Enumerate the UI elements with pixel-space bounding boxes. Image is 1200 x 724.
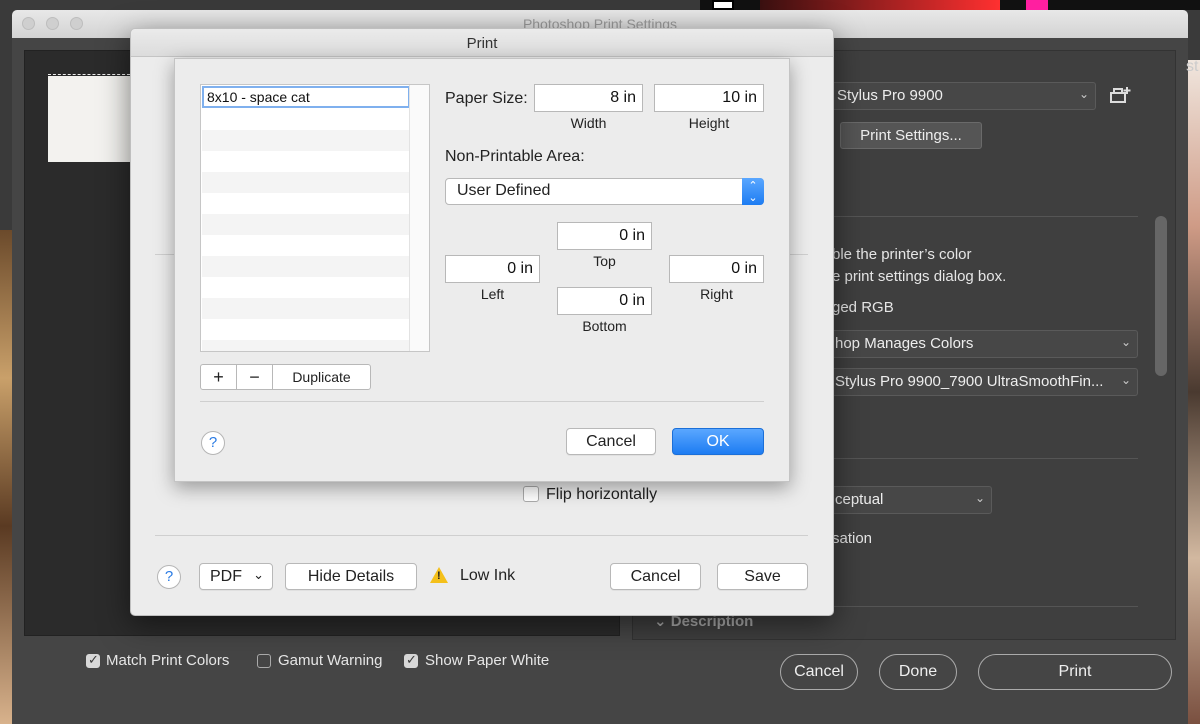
warning-icon: ! [430, 567, 448, 583]
list-item [202, 319, 410, 340]
left-margin-field[interactable]: 0 in [445, 255, 540, 283]
chevron-down-icon: ⌄ [253, 567, 264, 582]
gamut-warning-checkbox[interactable] [257, 654, 271, 668]
list-item [202, 193, 410, 214]
list-item [202, 214, 410, 235]
divider [155, 535, 808, 536]
panel-scrollbar[interactable] [1155, 216, 1167, 376]
printer-select[interactable]: Stylus Pro 9900 ⌄ [828, 82, 1096, 110]
width-label: Width [570, 115, 607, 131]
list-scrollbar[interactable] [409, 85, 429, 351]
list-item [202, 109, 410, 130]
updown-arrows-icon: ⌃ ⌄ [742, 178, 764, 205]
top-label: Top [593, 253, 616, 269]
non-printable-area-popup[interactable]: User Defined ⌃ ⌄ [445, 178, 764, 205]
remove-paper-size-button[interactable]: − [236, 364, 273, 390]
color-swatch-strip [700, 0, 1200, 10]
paper-height-field[interactable]: 10 in [654, 84, 764, 112]
custom-paper-list[interactable]: 8x10 - space cat [200, 84, 430, 352]
printer-profile-select[interactable]: Stylus Pro 9900_7900 UltraSmoothFin... ⌄ [826, 368, 1138, 396]
hide-details-button[interactable]: Hide Details [285, 563, 417, 590]
document-profile-label: ged RGB [832, 299, 894, 316]
left-label: Left [480, 286, 505, 302]
add-paper-size-button[interactable]: + [200, 364, 237, 390]
print-dialog-title: Print [466, 35, 498, 52]
list-item [202, 340, 410, 351]
low-ink-label: Low Ink [460, 567, 516, 584]
help-button[interactable]: ? [157, 565, 181, 589]
chevron-down-icon: ⌄ [1078, 87, 1089, 101]
right-margin-field[interactable]: 0 in [669, 255, 764, 283]
list-item [202, 298, 410, 319]
paper-width-field[interactable]: 8 in [534, 84, 643, 112]
right-label: Right [700, 286, 733, 302]
list-item [202, 235, 410, 256]
color-management-text: e print settings dialog box. [832, 268, 1007, 285]
match-print-colors-label: Match Print Colors [106, 652, 230, 669]
chevron-down-icon: ⌄ [1120, 335, 1131, 349]
help-button[interactable]: ? [201, 431, 225, 455]
print-save-button[interactable]: Save [717, 563, 808, 590]
show-paper-white-label: Show Paper White [425, 652, 550, 669]
chevron-down-icon: ⌄ [974, 491, 985, 505]
match-print-colors-checkbox[interactable] [86, 652, 100, 668]
bottom-label: Bottom [582, 318, 627, 334]
print-settings-button[interactable]: Print Settings... [840, 122, 982, 149]
black-point-compensation-label: sation [832, 530, 873, 547]
top-margin-field[interactable]: 0 in [557, 222, 652, 250]
ps-done-button[interactable]: Done [879, 654, 957, 690]
list-item [202, 172, 410, 193]
divider [790, 254, 808, 255]
rendering-intent-select[interactable]: ceptual ⌄ [826, 486, 992, 514]
chevron-down-icon: ⌄ [1120, 373, 1131, 387]
list-item [202, 256, 410, 277]
flip-horizontally-label: Flip horizontally [546, 486, 658, 503]
gamut-warning-label: Gamut Warning [278, 652, 383, 669]
pdf-menu-button[interactable]: PDF ⌄ [199, 563, 273, 590]
add-printer-icon[interactable] [1108, 84, 1134, 108]
divider [200, 401, 764, 402]
list-item [202, 151, 410, 172]
height-label: Height [688, 115, 730, 131]
show-paper-white-checkbox[interactable] [404, 652, 418, 668]
color-management-text: ble the printer’s color [832, 246, 972, 263]
crop-guide [48, 74, 130, 75]
divider [820, 458, 1138, 459]
sheet-ok-button[interactable]: OK [672, 428, 764, 455]
sheet-cancel-button[interactable]: Cancel [566, 428, 656, 455]
duplicate-paper-size-button[interactable]: Duplicate [272, 364, 371, 390]
list-item [202, 277, 410, 298]
divider [155, 254, 175, 255]
ps-print-button[interactable]: Print [978, 654, 1172, 690]
non-printable-area-label: Non-Printable Area: [445, 148, 585, 165]
paper-size-name-field[interactable]: 8x10 - space cat [202, 86, 410, 108]
list-item [202, 130, 410, 151]
divider [820, 216, 1138, 217]
print-dialog-titlebar: Print [131, 29, 833, 57]
bottom-margin-field[interactable]: 0 in [557, 287, 652, 315]
ps-cancel-button[interactable]: Cancel [780, 654, 858, 690]
color-handling-select[interactable]: hop Manages Colors ⌄ [826, 330, 1138, 358]
print-cancel-button[interactable]: Cancel [610, 563, 701, 590]
edge-text: st [1186, 58, 1199, 75]
flip-horizontally-checkbox[interactable] [523, 486, 539, 502]
paper-preview [48, 76, 130, 162]
paper-size-label: Paper Size: [445, 90, 528, 107]
